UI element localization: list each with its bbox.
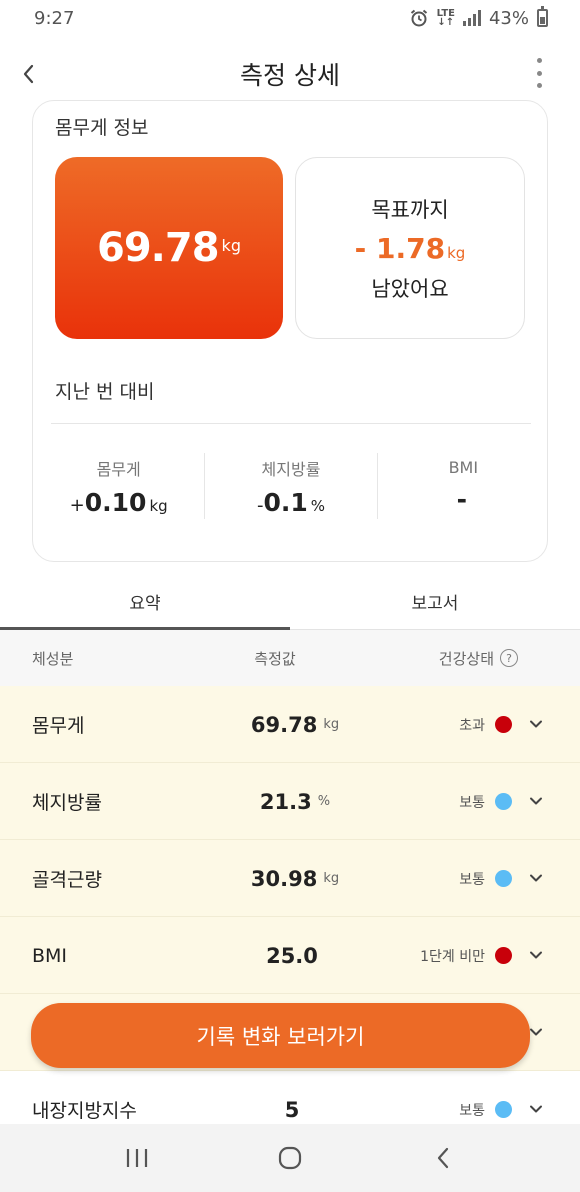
chevron-down-icon xyxy=(530,797,542,805)
compare-value: - xyxy=(456,485,468,514)
compare-bmi: BMI - xyxy=(378,453,549,519)
system-back-button[interactable] xyxy=(413,1138,473,1178)
back-arrow-icon xyxy=(438,1147,449,1169)
row-value: 30.98 kg xyxy=(250,866,340,891)
alarm-icon xyxy=(410,9,427,27)
more-options-button[interactable] xyxy=(534,58,544,88)
row-value: 25.0 xyxy=(266,943,318,968)
status-dot xyxy=(495,947,512,964)
battery-icon xyxy=(537,6,548,27)
row-value: 69.78 kg xyxy=(250,712,340,737)
section-title: 몸무게 정보 xyxy=(55,117,149,139)
chevron-down-icon xyxy=(530,951,542,959)
table-row[interactable]: 몸무게 69.78 kg 초과 xyxy=(0,686,580,763)
system-nav-bar xyxy=(0,1124,580,1192)
table-row[interactable]: 골격근량 30.98 kg 보통 xyxy=(0,840,580,917)
help-icon[interactable]: ? xyxy=(500,649,518,667)
current-weight-box: 69.78 kg xyxy=(55,157,283,339)
status-dot xyxy=(495,716,512,733)
recent-apps-button[interactable] xyxy=(107,1138,167,1178)
goal-label: 목표까지 xyxy=(371,197,449,222)
tab-report[interactable]: 보고서 xyxy=(290,574,580,629)
status-dot xyxy=(495,1101,512,1118)
goal-box: 목표까지 - 1.78 kg 남았어요 xyxy=(295,157,525,339)
compare-value: + 0.10 kg xyxy=(69,487,168,517)
row-name: 체지방률 xyxy=(32,792,102,814)
table-row[interactable]: 체지방률 21.3% 보통 xyxy=(0,763,580,840)
chevron-down-icon xyxy=(530,720,542,728)
goal-suffix: 남았어요 xyxy=(371,276,449,301)
compare-value: - 0.1 % xyxy=(256,487,326,517)
row-status: 초과 xyxy=(459,686,512,763)
compare-weight: 몸무게 + 0.10 kg xyxy=(33,453,206,519)
chevron-down-icon xyxy=(530,874,542,882)
row-name: 몸무게 xyxy=(32,715,85,737)
compare-title: 지난 번 대비 xyxy=(55,381,155,403)
current-weight-value: 69.78 xyxy=(97,225,220,271)
network-type: LTE ↓↑ xyxy=(436,8,455,28)
more-vertical-icon xyxy=(536,58,542,63)
status-dot xyxy=(495,870,512,887)
goal-remaining: - 1.78 kg xyxy=(355,232,466,265)
goal-remaining-value: - 1.78 xyxy=(354,231,446,265)
chevron-down-icon xyxy=(530,1028,542,1036)
home-icon xyxy=(278,1146,302,1170)
tab-summary[interactable]: 요약 xyxy=(0,574,290,630)
composition-table: 몸무게 69.78 kg 초과 체지방률 21.3% 보통 골격근량 30.98 k… xyxy=(0,686,580,1148)
row-status: 보통 xyxy=(459,763,512,840)
status-icons: LTE ↓↑ 43% xyxy=(409,6,548,29)
compare-label: BMI xyxy=(448,458,479,477)
back-button[interactable] xyxy=(14,56,42,92)
compare-label: 몸무게 xyxy=(96,459,141,479)
table-header: 체성분 측정값 건강상태 ? xyxy=(0,630,580,686)
chevron-down-icon xyxy=(530,1105,542,1113)
current-weight-unit: kg xyxy=(221,235,241,255)
table-row[interactable]: BMI 25.0 1단계 비만 xyxy=(0,917,580,994)
view-history-button[interactable]: 기록 변화 보러가기 xyxy=(31,1003,530,1068)
status-bar: 9:27 LTE ↓↑ 43% xyxy=(0,0,580,36)
row-value: 21.3% xyxy=(259,789,331,814)
page-title: 측정 상세 xyxy=(240,61,340,90)
weight-info-card: 몸무게 정보 69.78 kg 목표까지 - 1.78 kg 남았어요 지난 번… xyxy=(32,100,548,562)
battery-percent: 43% xyxy=(488,7,529,29)
divider xyxy=(51,423,531,424)
column-header-status: 건강상태 ? xyxy=(439,648,518,669)
row-name: 골격근량 xyxy=(32,869,102,891)
tab-bar: 요약 보고서 xyxy=(0,574,580,630)
compare-row: 몸무게 + 0.10 kg 체지방률 - 0.1 % BMI - xyxy=(33,453,549,519)
row-status: 보통 xyxy=(459,840,512,917)
status-time: 9:27 xyxy=(34,7,75,29)
row-status: 1단계 비만 xyxy=(420,917,512,994)
compare-label: 체지방률 xyxy=(261,459,321,479)
row-name: BMI xyxy=(32,944,68,967)
status-dot xyxy=(495,793,512,810)
signal-icon xyxy=(462,10,481,26)
compare-body-fat: 체지방률 - 0.1 % xyxy=(205,453,378,519)
chevron-left-icon xyxy=(23,64,34,84)
home-button[interactable] xyxy=(260,1138,320,1178)
recent-apps-icon xyxy=(126,1149,147,1167)
goal-remaining-unit: kg xyxy=(447,243,466,262)
